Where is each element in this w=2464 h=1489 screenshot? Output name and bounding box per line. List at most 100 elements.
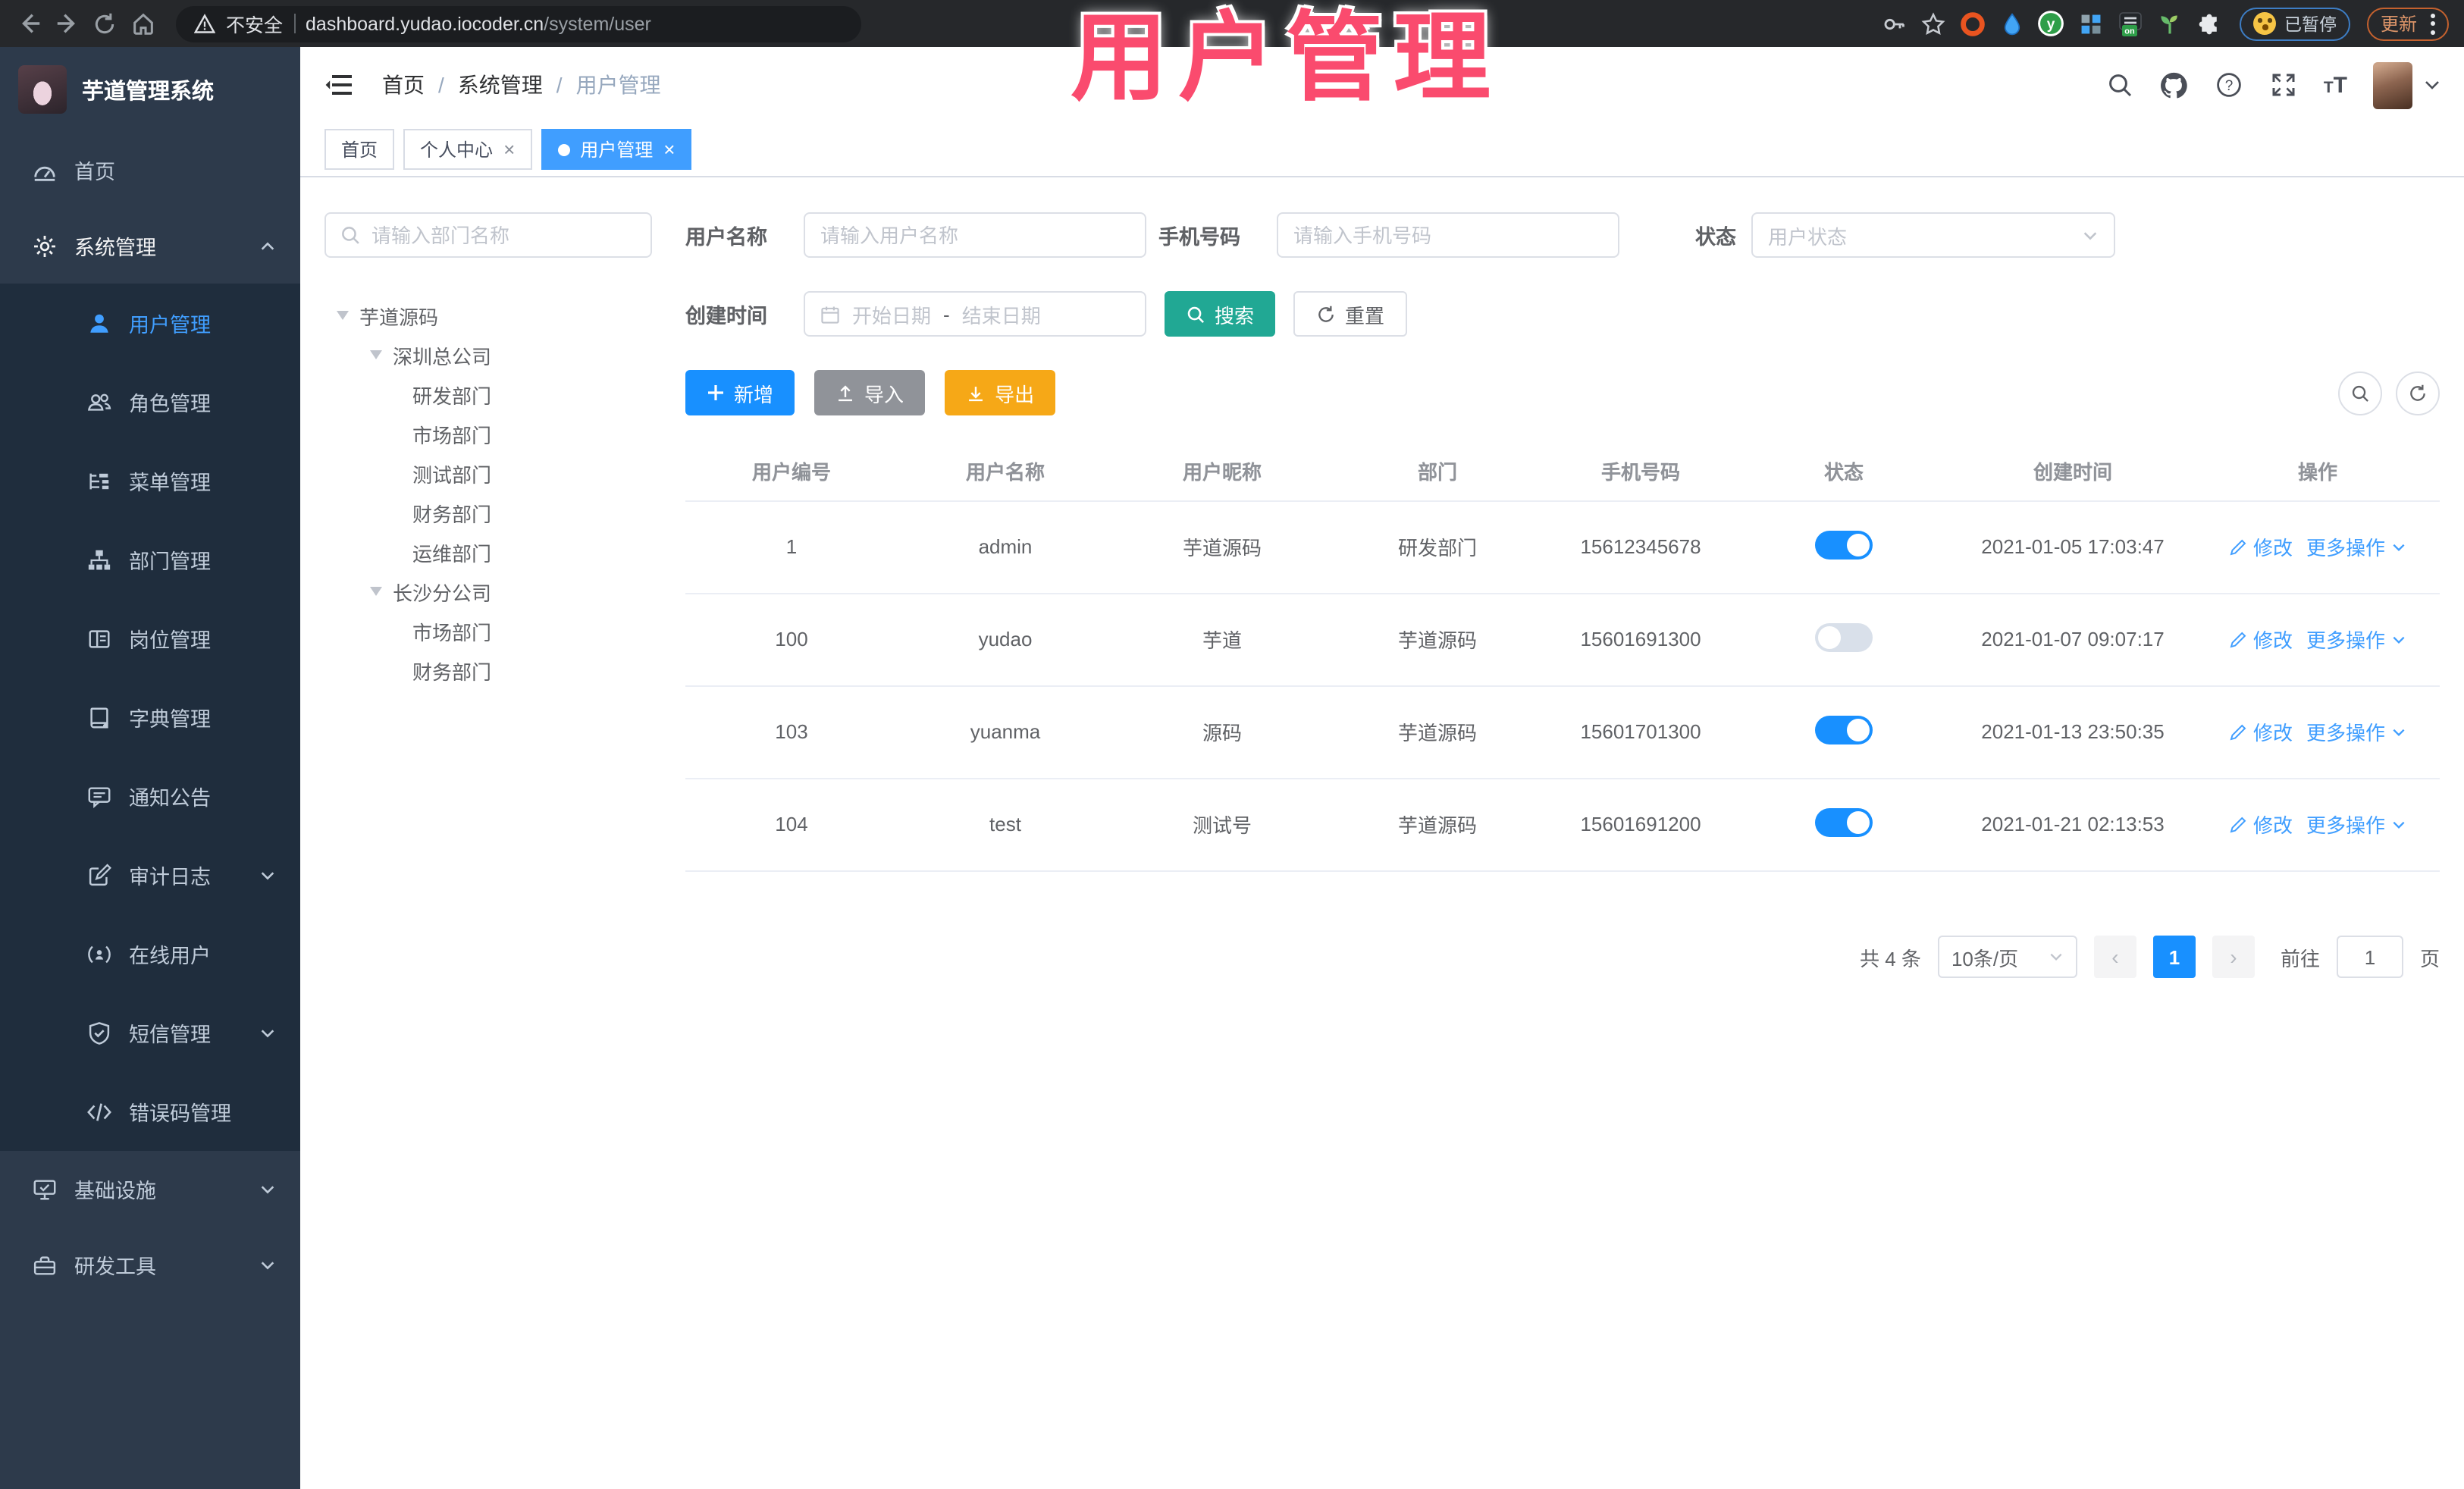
search-button[interactable]: 搜索 bbox=[1165, 291, 1276, 337]
edit-link[interactable]: 修改 bbox=[2229, 810, 2293, 839]
cell-dept: 研发部门 bbox=[1331, 500, 1544, 594]
tree-caret-icon[interactable] bbox=[370, 587, 382, 596]
tree-node[interactable]: 财务部门 bbox=[324, 650, 655, 690]
github-icon[interactable] bbox=[2160, 71, 2189, 99]
goto-page-input[interactable] bbox=[2336, 936, 2403, 978]
plus-icon bbox=[708, 385, 723, 400]
toggle-search-button[interactable] bbox=[2338, 371, 2382, 415]
home-icon[interactable] bbox=[129, 10, 156, 37]
extension-blue-drop-icon[interactable] bbox=[1998, 9, 2027, 38]
tree-node[interactable]: 长沙分公司 bbox=[324, 572, 655, 611]
tab-home[interactable]: 首页 bbox=[324, 129, 395, 170]
sidebar-item-sms-management[interactable]: 短信管理 bbox=[0, 993, 300, 1072]
sidebar-item-home[interactable]: 首页 bbox=[0, 132, 300, 208]
extension-orange-ring-icon[interactable] bbox=[1958, 9, 1987, 38]
sidebar-item-dev-tools[interactable]: 研发工具 bbox=[0, 1227, 300, 1302]
tree-node[interactable]: 市场部门 bbox=[324, 414, 655, 453]
more-actions-link[interactable]: 更多操作 bbox=[2306, 625, 2406, 654]
status-toggle[interactable] bbox=[1815, 715, 1873, 744]
username-field[interactable] bbox=[804, 212, 1146, 258]
reload-icon[interactable] bbox=[91, 10, 118, 37]
sidebar-item-audit-log[interactable]: 审计日志 bbox=[0, 835, 300, 914]
forward-icon[interactable] bbox=[53, 10, 80, 37]
fullscreen-icon[interactable] bbox=[2269, 71, 2298, 99]
edit-link[interactable]: 修改 bbox=[2229, 717, 2293, 746]
extensions-puzzle-icon[interactable] bbox=[2195, 9, 2224, 38]
tree-node[interactable]: 市场部门 bbox=[324, 611, 655, 650]
back-icon[interactable] bbox=[15, 10, 42, 37]
sidebar-item-online-users[interactable]: 在线用户 bbox=[0, 914, 300, 993]
more-actions-link[interactable]: 更多操作 bbox=[2306, 532, 2406, 561]
tree-node[interactable]: 财务部门 bbox=[324, 493, 655, 532]
sidebar-item-role-management[interactable]: 角色管理 bbox=[0, 362, 300, 441]
font-size-icon[interactable]: TT bbox=[2324, 72, 2347, 98]
close-icon[interactable]: × bbox=[663, 138, 675, 161]
cell-mobile: 15601691300 bbox=[1544, 593, 1738, 686]
mobile-field[interactable] bbox=[1277, 212, 1619, 258]
dept-search-box[interactable] bbox=[324, 212, 652, 258]
import-button[interactable]: 导入 bbox=[814, 370, 926, 415]
tree-node[interactable]: 深圳总公司 bbox=[324, 335, 655, 375]
avatar-caret-icon[interactable] bbox=[2425, 79, 2440, 91]
status-toggle[interactable] bbox=[1815, 622, 1873, 651]
mobile-input[interactable] bbox=[1293, 224, 1603, 246]
breadcrumb-system[interactable]: 系统管理 bbox=[458, 70, 543, 100]
tree-node[interactable]: 芋道源码 bbox=[324, 296, 655, 335]
tab-profile[interactable]: 个人中心 × bbox=[403, 129, 532, 170]
tree-node[interactable]: 测试部门 bbox=[324, 453, 655, 493]
close-icon[interactable]: × bbox=[503, 138, 515, 161]
sidebar-item-error-code-management[interactable]: 错误码管理 bbox=[0, 1072, 300, 1151]
app-logo-row[interactable]: 芋道管理系统 bbox=[0, 47, 300, 132]
browser-update-button[interactable]: 更新 bbox=[2366, 7, 2449, 40]
more-actions-link[interactable]: 更多操作 bbox=[2306, 810, 2406, 839]
dept-search-input[interactable] bbox=[371, 224, 614, 246]
extension-green-circle-icon[interactable]: y bbox=[2037, 9, 2066, 38]
paused-extension-badge[interactable]: 已暂停 bbox=[2240, 7, 2350, 40]
sidebar-item-menu-management[interactable]: 菜单管理 bbox=[0, 441, 300, 520]
add-button[interactable]: 新增 bbox=[685, 370, 795, 415]
tree-caret-icon[interactable] bbox=[337, 311, 349, 320]
header-search-icon[interactable] bbox=[2105, 71, 2134, 99]
extension-list-on-icon[interactable]: on bbox=[2116, 9, 2145, 38]
sidebar-item-post-management[interactable]: 岗位管理 bbox=[0, 599, 300, 678]
breadcrumb-home[interactable]: 首页 bbox=[382, 70, 425, 100]
status-select[interactable]: 用户状态 bbox=[1751, 212, 2115, 258]
sidebar-item-notice-management[interactable]: 通知公告 bbox=[0, 757, 300, 835]
address-bar[interactable]: 不安全 dashboard.yudao.iocoder.cn/system/us… bbox=[176, 5, 861, 42]
sidebar-item-label: 字典管理 bbox=[129, 708, 211, 731]
export-button[interactable]: 导出 bbox=[945, 370, 1056, 415]
tree-node[interactable]: 运维部门 bbox=[324, 532, 655, 572]
page-size-select[interactable]: 10条/页 bbox=[1937, 936, 2077, 978]
bookmark-star-icon[interactable] bbox=[1919, 9, 1948, 38]
prev-page-button[interactable]: ‹ bbox=[2093, 936, 2136, 978]
hamburger-icon[interactable] bbox=[324, 71, 355, 99]
extension-green-sprout-icon[interactable] bbox=[2155, 9, 2184, 38]
edit-link[interactable]: 修改 bbox=[2229, 532, 2293, 561]
tree-node[interactable]: 研发部门 bbox=[324, 375, 655, 414]
error-code-icon bbox=[87, 1102, 111, 1121]
browser-menu-icon[interactable] bbox=[2429, 13, 2435, 34]
status-placeholder: 用户状态 bbox=[1768, 225, 1848, 248]
date-range-picker[interactable]: 开始日期 - 结束日期 bbox=[804, 291, 1146, 337]
sidebar-item-dict-management[interactable]: 字典管理 bbox=[0, 678, 300, 757]
tab-user-management[interactable]: 用户管理 × bbox=[541, 129, 692, 170]
sidebar-item-dept-management[interactable]: 部门管理 bbox=[0, 520, 300, 599]
sidebar-item-user-management[interactable]: 用户管理 bbox=[0, 284, 300, 362]
sidebar-item-system[interactable]: 系统管理 bbox=[0, 208, 300, 284]
key-icon[interactable] bbox=[1879, 9, 1908, 38]
username-input[interactable] bbox=[820, 224, 1130, 246]
extension-grid-icon[interactable] bbox=[2077, 9, 2105, 38]
refresh-table-button[interactable] bbox=[2396, 371, 2440, 415]
edit-link[interactable]: 修改 bbox=[2229, 625, 2293, 654]
more-actions-link[interactable]: 更多操作 bbox=[2306, 717, 2406, 746]
status-toggle[interactable] bbox=[1815, 807, 1873, 836]
help-icon[interactable]: ? bbox=[2215, 71, 2243, 99]
tree-caret-icon[interactable] bbox=[370, 350, 382, 359]
status-toggle[interactable] bbox=[1815, 530, 1873, 559]
sidebar-item-infrastructure[interactable]: 基础设施 bbox=[0, 1151, 300, 1227]
next-page-button[interactable]: › bbox=[2212, 936, 2255, 978]
reset-button[interactable]: 重置 bbox=[1293, 291, 1408, 337]
page-1-button[interactable]: 1 bbox=[2152, 936, 2196, 978]
sidebar-item-label: 岗位管理 bbox=[129, 629, 211, 652]
user-avatar[interactable] bbox=[2373, 61, 2412, 108]
